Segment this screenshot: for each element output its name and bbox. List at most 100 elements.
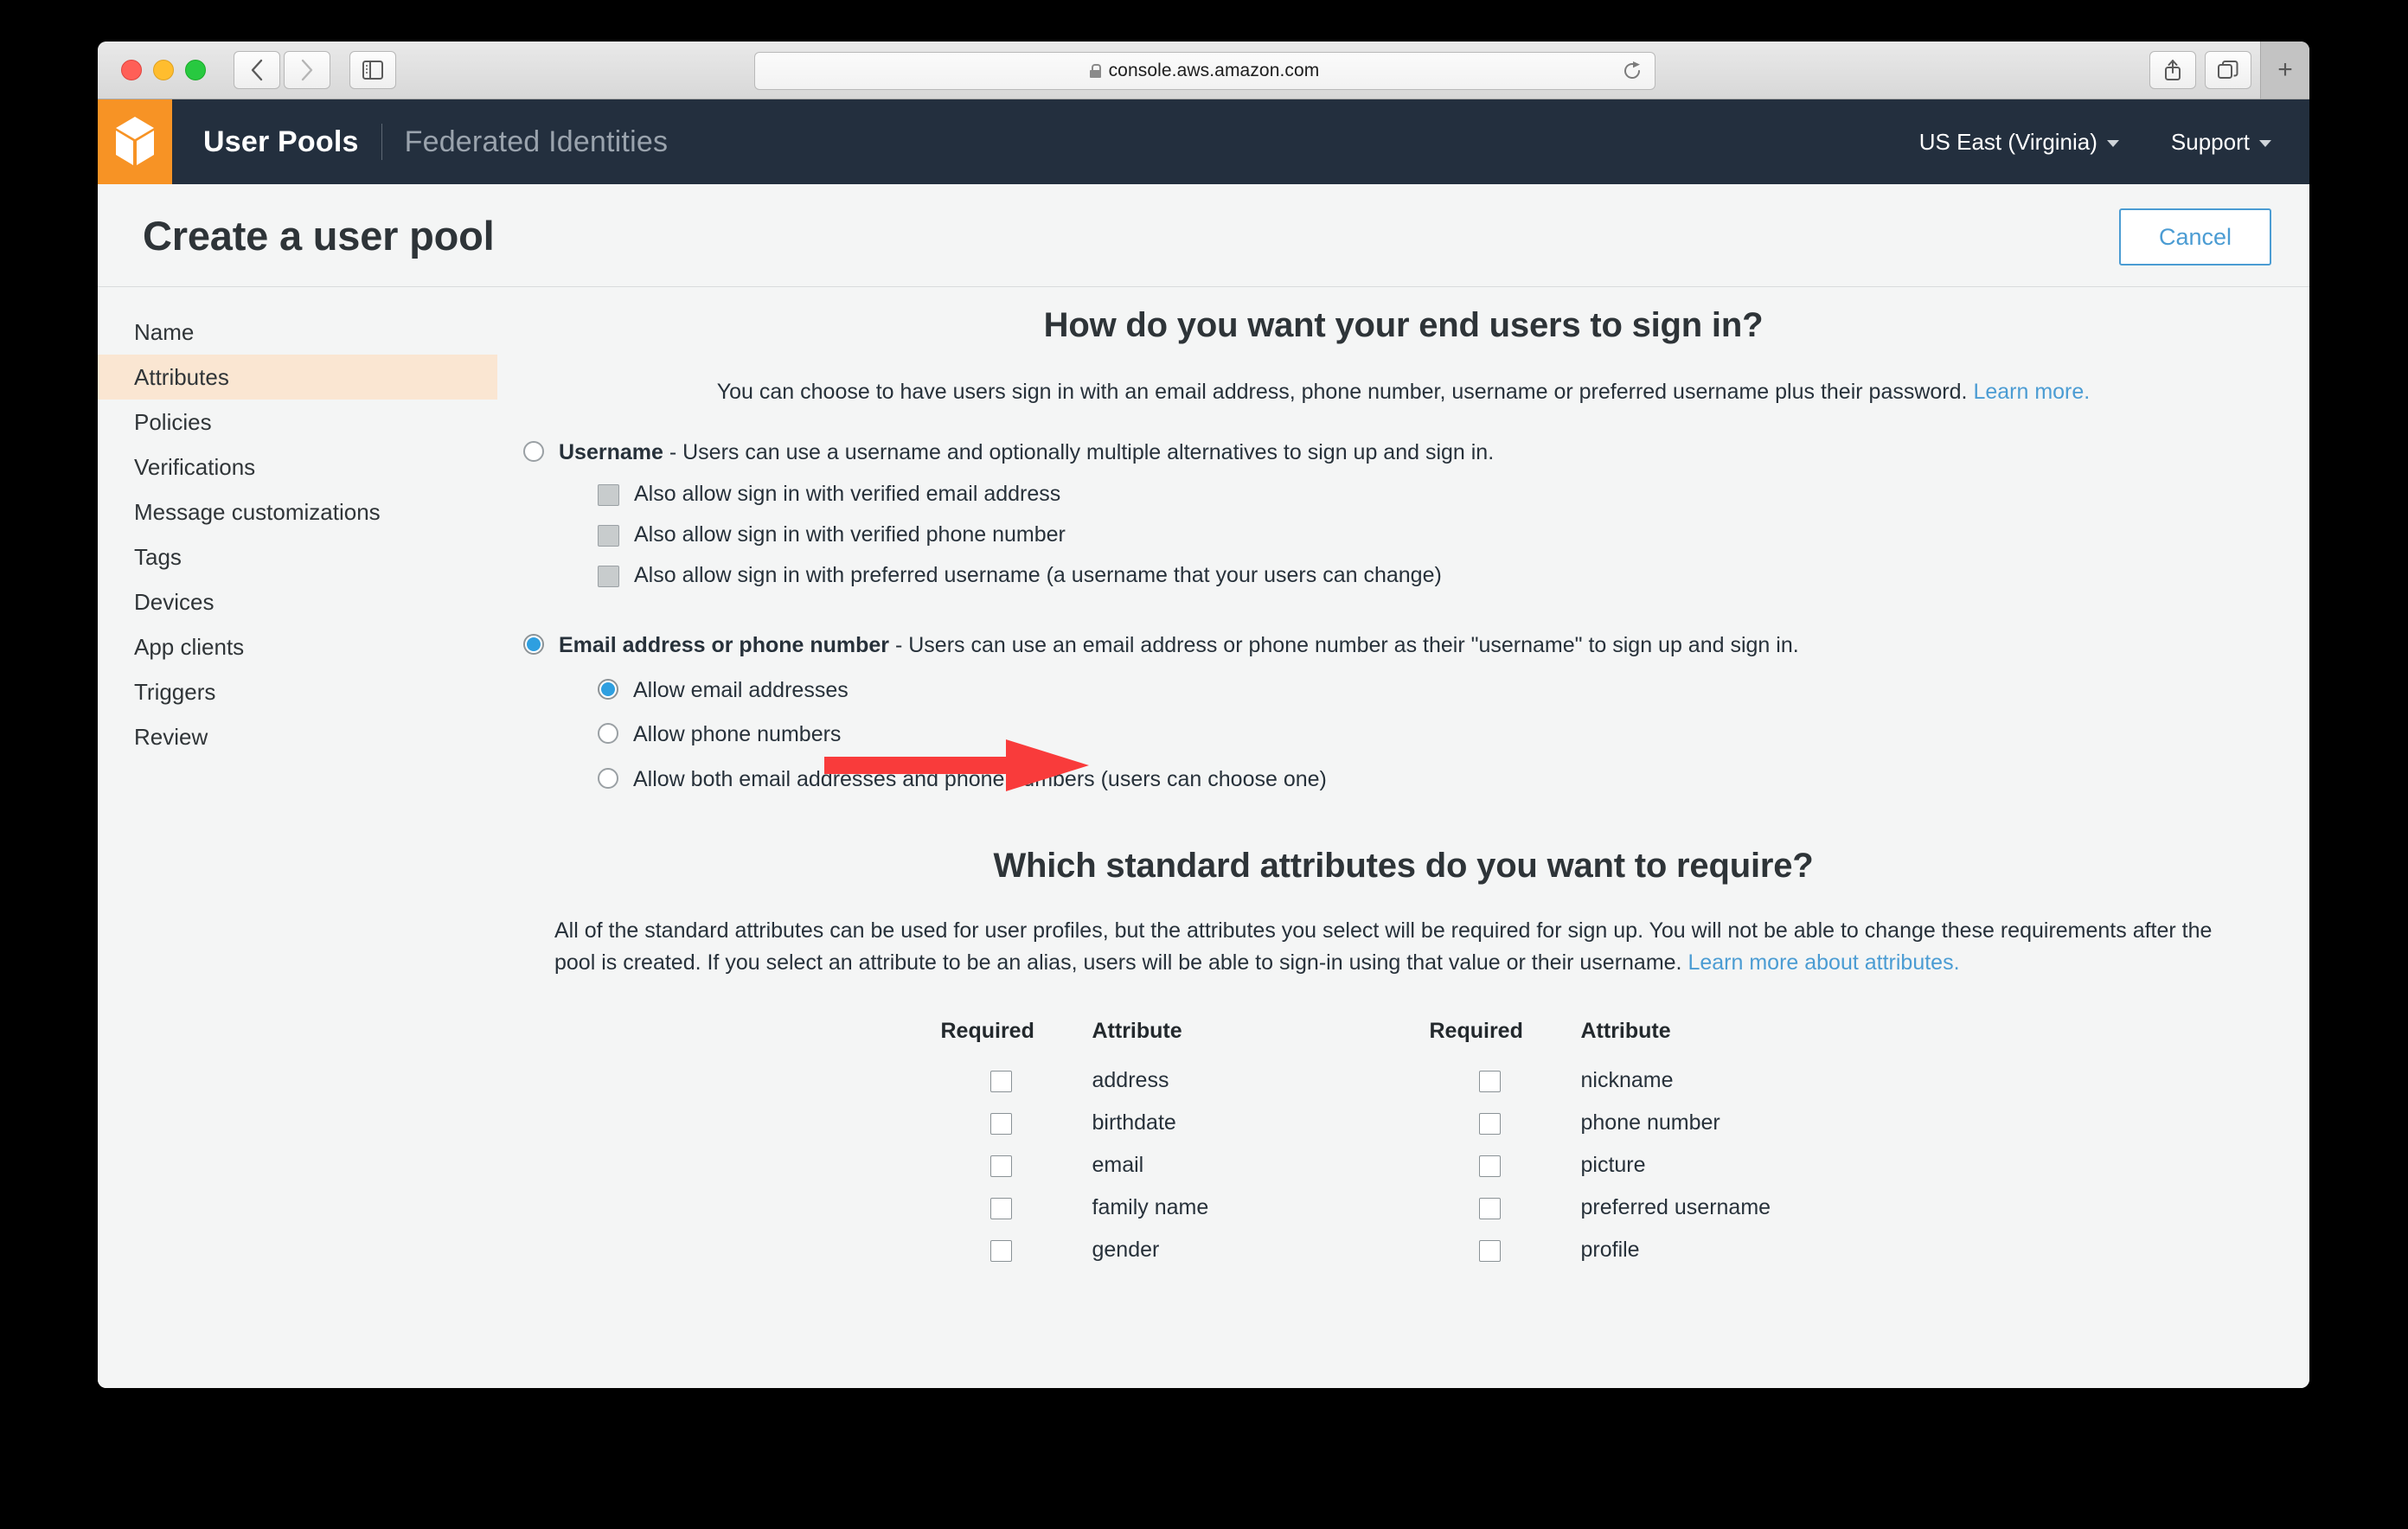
attribute-name-family-name: family name — [1092, 1187, 1387, 1229]
required-checkbox-phone-number[interactable] — [1479, 1113, 1501, 1135]
email-phone-label-wrap: Email address or phone number - Users ca… — [559, 631, 1799, 660]
attributes-paragraph-text: All of the standard attributes can be us… — [554, 918, 2212, 975]
sidebar-item-policies[interactable]: Policies — [98, 400, 497, 445]
main-content: How do you want your end users to sign i… — [497, 287, 2309, 1387]
allow-phone-label: Allow phone numbers — [633, 720, 841, 749]
allow-both-label: Allow both email addresses and phone num… — [633, 765, 1327, 794]
verified-email-checkbox[interactable] — [598, 484, 619, 506]
checkbox-row-verified-phone[interactable]: Also allow sign in with verified phone n… — [598, 522, 2309, 547]
close-window-button[interactable] — [121, 60, 142, 80]
share-button[interactable] — [2149, 51, 2196, 89]
attributes-column-right: Required Attribute nickname phone number… — [1430, 1019, 1875, 1271]
required-checkbox-email[interactable] — [990, 1155, 1012, 1177]
screenshot-root: console.aws.amazon.com — [0, 0, 2408, 1529]
aws-service-header: User Pools Federated Identities US East … — [98, 99, 2309, 184]
sidebar-item-verifications[interactable]: Verifications — [98, 445, 497, 489]
table-row — [941, 1102, 1092, 1144]
wizard-sidebar: Name Attributes Policies Verifications M… — [98, 287, 497, 1387]
region-label: US East (Virginia) — [1919, 129, 2097, 156]
sidebar-item-message-customizations[interactable]: Message customizations — [98, 489, 497, 534]
reload-button[interactable] — [1620, 59, 1644, 83]
nav-user-pools[interactable]: User Pools — [203, 125, 359, 159]
suboption-row-allow-email[interactable]: Allow email addresses — [598, 676, 2309, 705]
right-attribute-header: Attribute — [1581, 1019, 1875, 1059]
tab-overview-button[interactable] — [2205, 51, 2251, 89]
table-row — [941, 1187, 1092, 1229]
required-checkbox-profile[interactable] — [1479, 1240, 1501, 1262]
required-checkbox-nickname[interactable] — [1479, 1071, 1501, 1092]
sidebar-item-review[interactable]: Review — [98, 714, 497, 759]
region-selector[interactable]: US East (Virginia) — [1919, 129, 2119, 156]
username-label-wrap: Username - Users can use a username and … — [559, 438, 1494, 467]
cube-icon — [112, 115, 157, 169]
required-checkbox-gender[interactable] — [990, 1240, 1012, 1262]
username-radio-row[interactable]: Username - Users can use a username and … — [523, 438, 2309, 467]
username-radio[interactable] — [523, 441, 544, 462]
suboption-row-allow-phone[interactable]: Allow phone numbers — [598, 720, 2309, 749]
learn-more-attributes-link[interactable]: Learn more about attributes. — [1688, 950, 1959, 975]
sidebar-icon — [362, 61, 383, 80]
attributes-column-left: Required Attribute address birthdate ema… — [941, 1019, 1387, 1271]
preferred-username-label: Also allow sign in with preferred userna… — [634, 563, 1442, 588]
signin-description-text: You can choose to have users sign in wit… — [717, 380, 1974, 404]
sidebar-item-app-clients[interactable]: App clients — [98, 624, 497, 669]
standard-attributes-table: Required Attribute address birthdate ema… — [497, 1019, 2309, 1271]
required-checkbox-birthdate[interactable] — [990, 1113, 1012, 1135]
allow-email-radio[interactable] — [598, 679, 618, 700]
table-row — [941, 1229, 1092, 1271]
allow-email-label: Allow email addresses — [633, 676, 849, 705]
nav-federated-identities[interactable]: Federated Identities — [405, 125, 669, 159]
maximize-window-button[interactable] — [185, 60, 206, 80]
reload-icon — [1622, 61, 1643, 81]
attribute-name-picture: picture — [1581, 1144, 1875, 1187]
suboption-row-allow-both[interactable]: Allow both email addresses and phone num… — [598, 765, 2309, 794]
checkbox-row-verified-email[interactable]: Also allow sign in with verified email a… — [598, 482, 2309, 507]
required-checkbox-picture[interactable] — [1479, 1155, 1501, 1177]
sidebar-item-name[interactable]: Name — [98, 310, 497, 355]
preferred-username-checkbox[interactable] — [598, 566, 619, 587]
email-phone-radio-row[interactable]: Email address or phone number - Users ca… — [523, 631, 2309, 660]
allow-both-radio[interactable] — [598, 768, 618, 789]
sidebar-item-attributes[interactable]: Attributes — [98, 355, 497, 400]
username-option-block: Username - Users can use a username and … — [497, 438, 2309, 589]
url-field[interactable]: console.aws.amazon.com — [754, 52, 1656, 90]
signin-heading: How do you want your end users to sign i… — [497, 306, 2309, 345]
support-menu[interactable]: Support — [2171, 129, 2271, 156]
sidebar-item-devices[interactable]: Devices — [98, 579, 497, 624]
show-sidebar-button[interactable] — [349, 51, 396, 89]
chevron-right-icon — [300, 59, 314, 81]
required-checkbox-preferred-username[interactable] — [1479, 1198, 1501, 1219]
attribute-name-profile: profile — [1581, 1229, 1875, 1271]
cognito-logo — [98, 99, 172, 184]
minimize-window-button[interactable] — [153, 60, 174, 80]
attribute-name-birthdate: birthdate — [1092, 1102, 1387, 1144]
checkbox-row-preferred-username[interactable]: Also allow sign in with preferred userna… — [598, 563, 2309, 588]
page-title-bar: Create a user pool Cancel — [98, 184, 2309, 287]
verified-phone-label: Also allow sign in with verified phone n… — [634, 522, 1066, 547]
required-checkbox-address[interactable] — [990, 1071, 1012, 1092]
table-row — [941, 1059, 1092, 1102]
header-right-menus: US East (Virginia) Support — [1919, 129, 2271, 156]
forward-button[interactable] — [284, 51, 330, 89]
learn-more-link[interactable]: Learn more. — [1973, 380, 2090, 404]
address-bar[interactable]: console.aws.amazon.com — [754, 52, 1654, 88]
sidebar-item-triggers[interactable]: Triggers — [98, 669, 497, 714]
attribute-name-email: email — [1092, 1144, 1387, 1187]
new-tab-button[interactable]: + — [2260, 42, 2309, 99]
allow-phone-radio[interactable] — [598, 723, 618, 744]
table-row — [1430, 1144, 1581, 1187]
url-content: console.aws.amazon.com — [1090, 61, 1320, 81]
cancel-button[interactable]: Cancel — [2119, 208, 2271, 265]
service-nav: User Pools Federated Identities — [203, 124, 668, 160]
page-title: Create a user pool — [143, 212, 494, 259]
required-checkbox-family-name[interactable] — [990, 1198, 1012, 1219]
signin-description: You can choose to have users sign in wit… — [497, 378, 2309, 407]
email-phone-option-block: Email address or phone number - Users ca… — [497, 631, 2309, 793]
sidebar-item-tags[interactable]: Tags — [98, 534, 497, 579]
email-phone-radio[interactable] — [523, 634, 544, 655]
nav-divider — [381, 124, 382, 160]
attribute-name-phone-number: phone number — [1581, 1102, 1875, 1144]
left-required-header: Required — [941, 1019, 1092, 1059]
back-button[interactable] — [234, 51, 280, 89]
verified-phone-checkbox[interactable] — [598, 525, 619, 547]
